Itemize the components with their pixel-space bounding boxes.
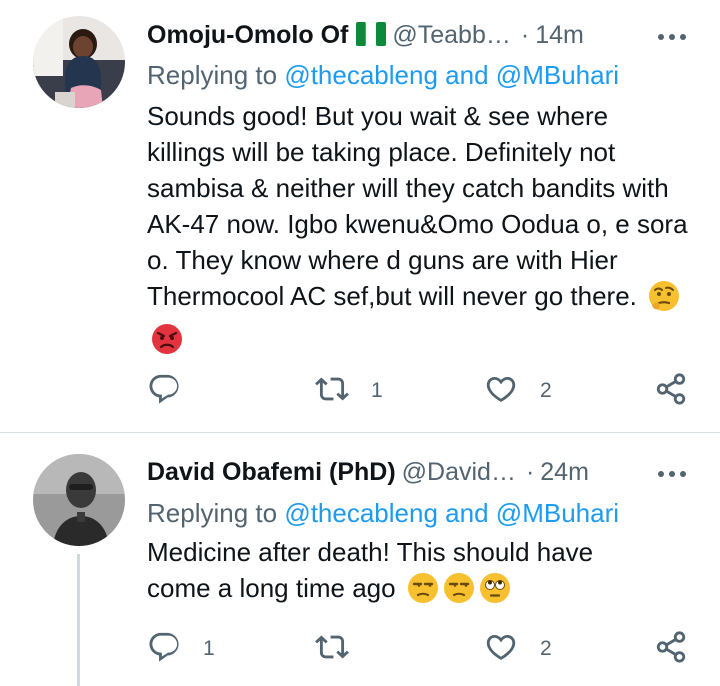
- angry-face-icon: [151, 323, 183, 364]
- retweet-button[interactable]: [315, 632, 371, 666]
- tweet-actions: 1 2: [147, 374, 697, 408]
- retweet-count: 1: [371, 379, 383, 402]
- like-button[interactable]: 2: [484, 632, 552, 666]
- tweet-actions: 1 2: [147, 632, 697, 666]
- reply-icon: [147, 372, 181, 411]
- reply-button[interactable]: [147, 374, 203, 408]
- tweet-time[interactable]: 24m: [540, 458, 589, 486]
- mention-link[interactable]: @MBuhari: [496, 498, 619, 528]
- user-handle[interactable]: @Teabb…: [392, 21, 511, 49]
- share-button[interactable]: [654, 632, 688, 666]
- separator-dot: ·: [525, 458, 535, 486]
- tweet[interactable]: David Obafemi (PhD) @David… · 24m Replying …: [0, 433, 720, 686]
- mention-link[interactable]: @thecableng: [284, 498, 438, 528]
- retweet-button[interactable]: 1: [315, 374, 383, 408]
- share-icon: [654, 630, 688, 669]
- avatar[interactable]: [33, 454, 125, 546]
- nigeria-flag-icon: [356, 21, 387, 55]
- like-count: 2: [540, 637, 552, 660]
- and-label: and: [445, 60, 489, 90]
- display-name[interactable]: Omoju-Omolo Of: [147, 21, 348, 49]
- more-options-icon[interactable]: [657, 29, 687, 47]
- face-with-raised-eyebrow-icon: [648, 280, 680, 321]
- reply-button[interactable]: 1: [147, 632, 215, 666]
- tweet-time[interactable]: 14m: [535, 21, 584, 49]
- and-label: and: [445, 498, 489, 528]
- mention-link[interactable]: @MBuhari: [496, 60, 619, 90]
- share-icon: [654, 372, 688, 411]
- share-button[interactable]: [654, 374, 688, 408]
- tweet-header: Omoju-Omolo Of @Teabb… · 14m: [147, 18, 707, 52]
- reply-icon: [147, 630, 181, 669]
- unamused-face-icon: [443, 572, 475, 613]
- thread-line: [77, 554, 80, 686]
- tweet[interactable]: Omoju-Omolo Of @Teabb… · 14m Replying to @t…: [0, 0, 720, 432]
- retweet-icon: [315, 630, 349, 669]
- like-button[interactable]: 2: [484, 374, 552, 408]
- replying-to-line: Replying to @thecableng and @MBuhari: [147, 495, 619, 531]
- replying-to-line: Replying to @thecableng and @MBuhari: [147, 57, 619, 93]
- unamused-face-icon: [407, 572, 439, 613]
- like-count: 2: [540, 379, 552, 402]
- tweet-header: David Obafemi (PhD) @David… · 24m: [147, 455, 707, 489]
- heart-icon: [484, 630, 518, 669]
- heart-icon: [484, 372, 518, 411]
- mention-link[interactable]: @thecableng: [284, 60, 438, 90]
- user-handle[interactable]: @David…: [402, 458, 516, 486]
- retweet-icon: [315, 372, 349, 411]
- reply-count: 1: [203, 637, 215, 660]
- eye-roll-face-icon: [479, 572, 511, 613]
- tweet-text: Medicine after death! This should have c…: [147, 534, 627, 613]
- tweet-text-content: Sounds good! But you wait & see where ki…: [147, 101, 688, 311]
- tweet-text-content: Medicine after death! This should have c…: [147, 537, 594, 603]
- more-options-icon[interactable]: [657, 466, 687, 484]
- separator-dot: ·: [520, 21, 530, 49]
- replying-to-label: Replying to: [147, 498, 278, 528]
- tweet-text: Sounds good! But you wait & see where ki…: [147, 98, 692, 364]
- display-name[interactable]: David Obafemi (PhD): [147, 458, 396, 486]
- avatar[interactable]: [33, 16, 125, 108]
- replying-to-label: Replying to: [147, 60, 278, 90]
